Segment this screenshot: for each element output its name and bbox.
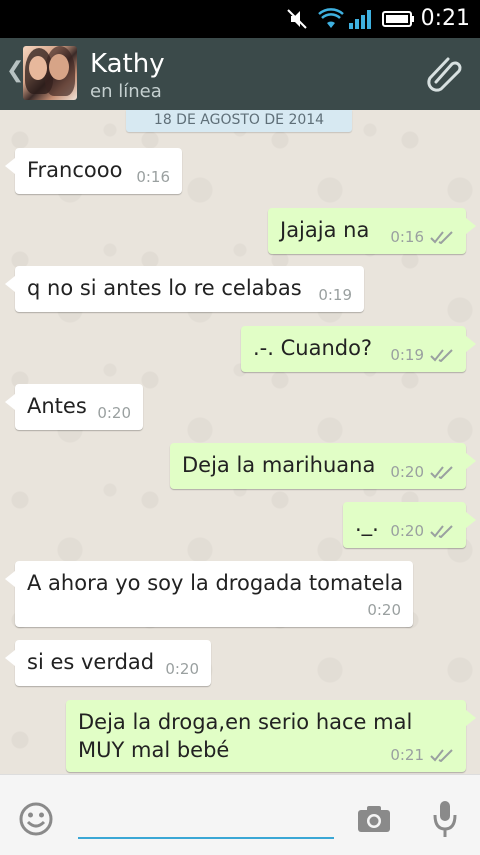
message-bubble[interactable]: Francooo 0:16 bbox=[5, 148, 182, 194]
battery-icon bbox=[382, 11, 414, 27]
contact-status: en línea bbox=[90, 81, 162, 102]
message-text: ._. bbox=[355, 512, 379, 536]
message-time: 0:20 bbox=[390, 522, 424, 540]
double-check-icon bbox=[430, 466, 453, 479]
double-check-icon bbox=[430, 525, 453, 538]
message-time: 0:19 bbox=[318, 286, 352, 304]
message-line: MUY mal bebé bbox=[78, 738, 230, 762]
message-input[interactable] bbox=[78, 793, 334, 839]
message-time: 0:20 bbox=[165, 660, 199, 678]
message-bubble[interactable]: Antes 0:20 bbox=[5, 384, 143, 430]
double-check-icon bbox=[430, 231, 453, 244]
message-text: Deja la marihuana bbox=[182, 453, 376, 477]
paperclip-icon[interactable] bbox=[426, 52, 466, 94]
signal-icon bbox=[349, 10, 371, 29]
message-bubble[interactable]: Deja la marihuana 0:20 bbox=[170, 443, 476, 489]
status-bar: 0:21 bbox=[0, 0, 480, 38]
date-divider: 18 DE AGOSTO DE 2014 bbox=[126, 110, 352, 132]
avatar[interactable] bbox=[23, 46, 77, 100]
message-line: Deja la droga,en serio hace mal bbox=[78, 710, 413, 734]
smiley-icon[interactable] bbox=[18, 801, 54, 837]
message-bubble[interactable]: si es verdad 0:20 bbox=[5, 640, 211, 686]
message-text: Antes bbox=[27, 394, 87, 418]
status-time: 0:21 bbox=[420, 6, 470, 31]
message-text: Francooo bbox=[27, 158, 123, 182]
contact-name[interactable]: Kathy bbox=[90, 49, 165, 79]
message-bubble[interactable]: .-. Cuando? 0:19 bbox=[241, 326, 476, 372]
message-bubble[interactable]: A ahora yo soy la drogada tomatela 0:20 bbox=[5, 561, 413, 627]
chevron-left-icon[interactable]: ❮ bbox=[6, 58, 24, 83]
message-text: .-. Cuando? bbox=[253, 336, 373, 360]
message-list[interactable]: 18 DE AGOSTO DE 2014 Francooo 0:16 Jajaj… bbox=[0, 110, 480, 774]
message-bubble[interactable]: Jajaja na 0:16 bbox=[268, 208, 476, 254]
message-time: 0:16 bbox=[136, 168, 170, 186]
chat-header: ❮ Kathy en línea bbox=[0, 38, 480, 110]
message-time: 0:21 bbox=[390, 746, 424, 764]
message-time: 0:20 bbox=[367, 601, 401, 619]
message-time: 0:19 bbox=[390, 346, 424, 364]
message-time: 0:16 bbox=[390, 228, 424, 246]
wifi-icon bbox=[318, 8, 344, 28]
compose-bar bbox=[0, 774, 480, 855]
mute-icon bbox=[287, 9, 307, 29]
message-text: q no si antes lo re celabas bbox=[27, 276, 302, 300]
message-bubble[interactable]: q no si antes lo re celabas 0:19 bbox=[5, 266, 364, 312]
message-text: Jajaja na bbox=[280, 218, 370, 242]
message-text: Deja la droga,en serio hace mal MUY mal … bbox=[78, 708, 412, 764]
message-time: 0:20 bbox=[97, 404, 131, 422]
message-text: si es verdad bbox=[27, 650, 155, 674]
camera-icon[interactable] bbox=[356, 803, 392, 835]
message-bubble[interactable]: Deja la droga,en serio hace mal MUY mal … bbox=[66, 700, 476, 772]
message-bubble[interactable]: ._. 0:20 bbox=[343, 502, 476, 548]
double-check-icon bbox=[430, 749, 453, 762]
double-check-icon bbox=[430, 349, 453, 362]
message-time: 0:20 bbox=[390, 463, 424, 481]
microphone-icon[interactable] bbox=[432, 799, 458, 839]
message-text: A ahora yo soy la drogada tomatela bbox=[27, 571, 404, 595]
